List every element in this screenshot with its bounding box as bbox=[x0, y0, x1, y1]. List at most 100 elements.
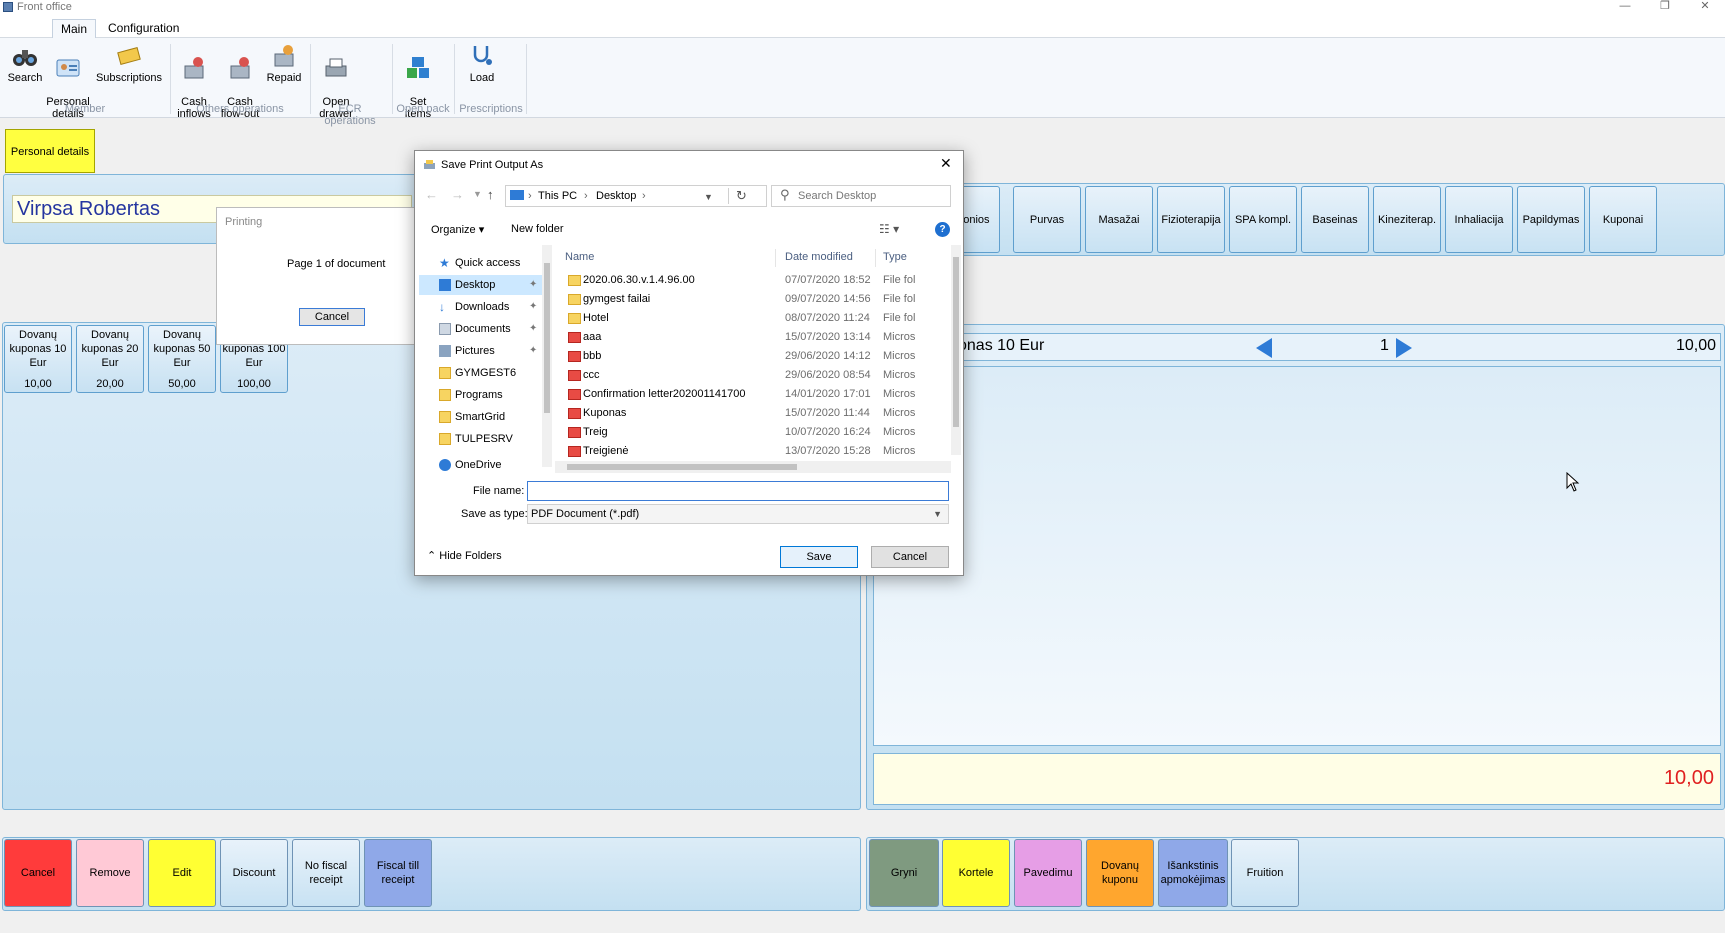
folder-icon bbox=[439, 411, 451, 423]
nav-scrollbar[interactable] bbox=[542, 245, 552, 467]
repaid-button[interactable]: Repaid bbox=[266, 42, 302, 84]
forward-arrow-icon[interactable]: → bbox=[451, 187, 464, 202]
file-vscrollbar[interactable] bbox=[951, 245, 961, 455]
column-header-name[interactable]: Name bbox=[565, 251, 594, 263]
file-row[interactable]: Treig 10/07/2020 16:24 Micros bbox=[555, 423, 955, 442]
column-header-date[interactable]: Date modified bbox=[785, 251, 853, 263]
refresh-icon[interactable]: ↻ bbox=[736, 188, 747, 204]
organize-button[interactable]: Organize ▾ bbox=[431, 223, 484, 236]
service-button-inhaliacija[interactable]: Inhaliacija bbox=[1445, 186, 1513, 253]
back-arrow-icon[interactable]: ← bbox=[425, 187, 438, 202]
fruition-button[interactable]: Fruition bbox=[1231, 839, 1299, 907]
file-row[interactable]: Hotel 08/07/2020 11:24 File fol bbox=[555, 309, 955, 328]
transfer-payment-button[interactable]: Pavedimu bbox=[1014, 839, 1082, 907]
save-button[interactable]: Save bbox=[780, 546, 858, 568]
search-button[interactable]: Search bbox=[5, 42, 45, 84]
computer-icon bbox=[510, 190, 524, 200]
view-options-icon[interactable]: ☷ ▾ bbox=[879, 222, 899, 236]
personal-details-tab[interactable]: Personal details bbox=[5, 129, 95, 173]
discount-button[interactable]: Discount bbox=[220, 839, 288, 907]
tab-configuration[interactable]: Configuration bbox=[100, 19, 187, 38]
file-date: 15/07/2020 11:44 bbox=[785, 407, 870, 419]
nav-downloads[interactable]: ↓ Downloads ✦ bbox=[419, 297, 545, 317]
voucher-payment-button[interactable]: Dovanų kuponu bbox=[1086, 839, 1154, 907]
subscriptions-button[interactable]: Subscriptions bbox=[94, 42, 164, 84]
file-hscrollbar-thumb[interactable] bbox=[567, 464, 797, 470]
nav-desktop[interactable]: Desktop ✦ bbox=[419, 275, 545, 295]
file-row[interactable]: Treigienė 13/07/2020 15:28 Micros bbox=[555, 442, 955, 461]
file-row[interactable]: 2020.06.30.v.1.4.96.00 07/07/2020 18:52 Fi… bbox=[555, 271, 955, 290]
nav-onedrive[interactable]: OneDrive bbox=[419, 455, 545, 473]
close-icon[interactable]: ✕ bbox=[940, 155, 952, 172]
column-header-type[interactable]: Type bbox=[883, 251, 907, 263]
file-row[interactable]: aaa 15/07/2020 13:14 Micros bbox=[555, 328, 955, 347]
cash-payment-button[interactable]: Gryni bbox=[869, 839, 939, 907]
file-name-input[interactable] bbox=[527, 481, 949, 501]
nav-scrollbar-thumb[interactable] bbox=[544, 263, 550, 413]
service-button-purvas[interactable]: Purvas bbox=[1013, 186, 1081, 253]
pin-icon: ✦ bbox=[529, 345, 538, 356]
file-type: File fol bbox=[883, 274, 916, 286]
no-fiscal-receipt-button[interactable]: No fiscal receipt bbox=[292, 839, 360, 907]
printing-cancel-button[interactable]: Cancel bbox=[299, 308, 365, 326]
service-button-masazai[interactable]: Masažai bbox=[1085, 186, 1153, 253]
service-label: Papildymas bbox=[1522, 214, 1580, 226]
file-name: Kuponas bbox=[583, 407, 627, 419]
nav-tulpesrv[interactable]: TULPESRV bbox=[419, 429, 545, 449]
cancel-button[interactable]: Cancel bbox=[871, 546, 949, 568]
fiscal-till-receipt-button[interactable]: Fiscal till receipt bbox=[364, 839, 432, 907]
nav-programs[interactable]: Programs bbox=[419, 385, 545, 405]
hide-folders-button[interactable]: ⌃ Hide Folders bbox=[427, 549, 502, 562]
search-input[interactable]: ⚲ Search Desktop bbox=[771, 185, 951, 207]
service-button-papildymas[interactable]: Papildymas bbox=[1517, 186, 1585, 253]
file-row[interactable]: Confirmation letter202001141700 14/01/202… bbox=[555, 385, 955, 404]
minimize-icon[interactable]: — bbox=[1610, 0, 1640, 14]
prev-arrow-icon[interactable] bbox=[1254, 338, 1274, 358]
prepayment-button[interactable]: Išankstinis apmokėjimas bbox=[1158, 839, 1228, 907]
service-button-fizioterapija[interactable]: Fizioterapija bbox=[1157, 186, 1225, 253]
close-icon[interactable]: ✕ bbox=[1690, 0, 1720, 14]
nav-gymgest6[interactable]: GYMGEST6 bbox=[419, 363, 545, 383]
help-icon[interactable]: ? bbox=[935, 222, 950, 237]
nav-documents[interactable]: Documents ✦ bbox=[419, 319, 545, 339]
file-row[interactable]: Kuponas 15/07/2020 11:44 Micros bbox=[555, 404, 955, 423]
voucher-button[interactable]: Dovanų kuponas 10 Eur 10,00 bbox=[4, 325, 72, 393]
ticket-icon bbox=[117, 47, 141, 65]
breadcrumb-desktop[interactable]: Desktop bbox=[596, 190, 636, 202]
nav-smartgrid[interactable]: SmartGrid bbox=[419, 407, 545, 427]
restore-icon[interactable]: ❐ bbox=[1650, 0, 1680, 14]
save-type-select[interactable]: PDF Document (*.pdf) ▼ bbox=[527, 504, 949, 524]
address-dropdown-icon[interactable]: ▼ bbox=[704, 192, 713, 202]
load-button[interactable]: Load bbox=[462, 42, 502, 84]
file-name: bbb bbox=[583, 350, 602, 362]
edit-button[interactable]: Edit bbox=[148, 839, 216, 907]
service-button-kineziterap[interactable]: Kineziterap. bbox=[1373, 186, 1441, 253]
service-button-kuponai[interactable]: Kuponai bbox=[1589, 186, 1657, 253]
file-vscrollbar-thumb[interactable] bbox=[953, 257, 959, 427]
voucher-button[interactable]: Dovanų kuponas 50 Eur 50,00 bbox=[148, 325, 216, 393]
recent-dropdown-icon[interactable]: ▼ bbox=[473, 189, 482, 199]
ribbon: Search Personal details Subscriptions Me… bbox=[0, 38, 1725, 127]
receipt-total-box: 10,00 bbox=[873, 753, 1721, 805]
file-list: Name Date modified Type 2020.06.30.v.1.4… bbox=[555, 245, 961, 473]
file-row[interactable]: ccc 29/06/2020 08:54 Micros bbox=[555, 366, 955, 385]
breadcrumb-this-pc[interactable]: This PC bbox=[538, 190, 577, 202]
new-folder-button[interactable]: New folder bbox=[511, 223, 564, 235]
next-arrow-icon[interactable] bbox=[1394, 338, 1414, 358]
remove-button[interactable]: Remove bbox=[76, 839, 144, 907]
up-arrow-icon[interactable]: ↑ bbox=[487, 187, 494, 202]
card-payment-button[interactable]: Kortele bbox=[942, 839, 1010, 907]
save-type-value: PDF Document (*.pdf) bbox=[531, 508, 640, 520]
file-row[interactable]: gymgest failai 09/07/2020 14:56 File fol bbox=[555, 290, 955, 309]
file-hscrollbar[interactable] bbox=[555, 461, 951, 473]
receipt-line[interactable]: onas 10 Eur 1 10,00 bbox=[873, 333, 1721, 361]
tab-main[interactable]: Main bbox=[52, 19, 97, 38]
service-button-baseinas[interactable]: Baseinas bbox=[1301, 186, 1369, 253]
file-row[interactable]: bbb 29/06/2020 14:12 Micros bbox=[555, 347, 955, 366]
service-button-spa[interactable]: SPA kompl. bbox=[1229, 186, 1297, 253]
cancel-action-button[interactable]: Cancel bbox=[4, 839, 72, 907]
nav-quick-access[interactable]: ★ Quick access bbox=[419, 253, 545, 273]
voucher-button[interactable]: Dovanų kuponas 20 Eur 20,00 bbox=[76, 325, 144, 393]
address-bar[interactable]: This PC › › Desktop › ▼ ↻ bbox=[505, 185, 767, 207]
nav-pictures[interactable]: Pictures ✦ bbox=[419, 341, 545, 361]
